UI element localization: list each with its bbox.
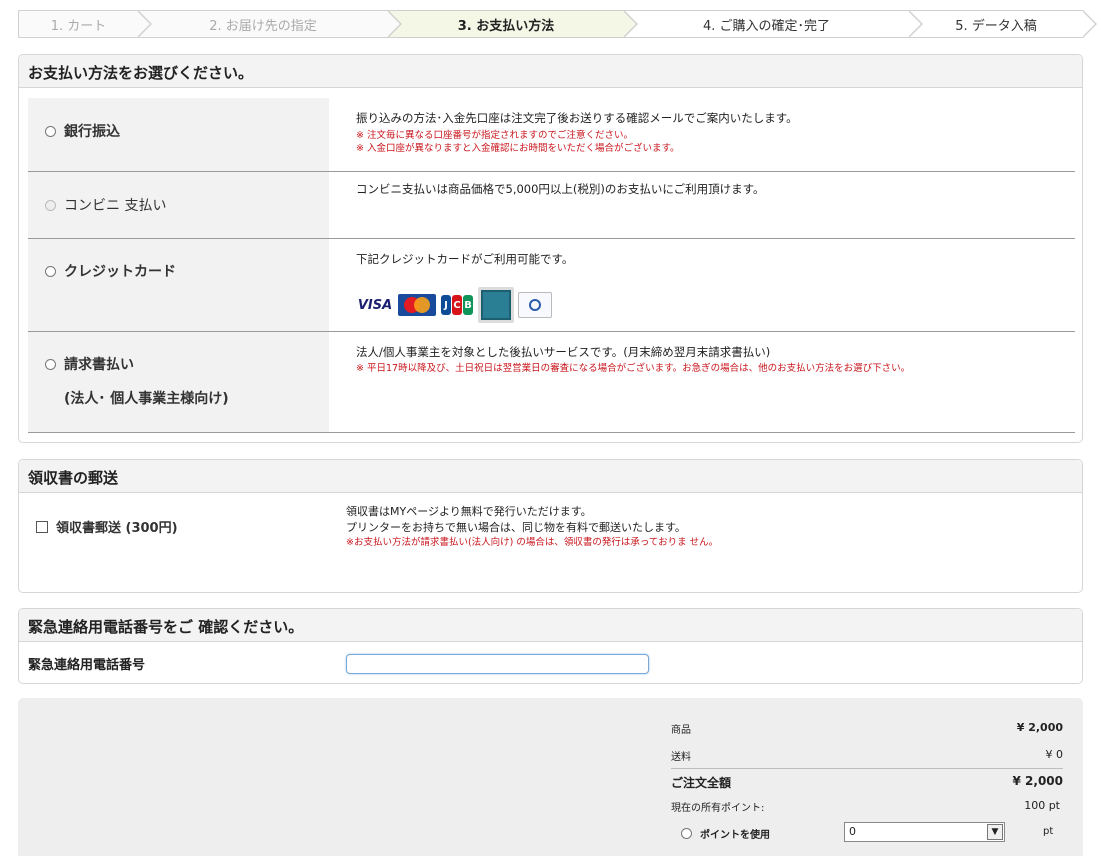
step-label: 3. お支払い方法 [457,18,555,34]
step-arrow [1082,10,1097,38]
credit-card-option[interactable]: クレジットカード [45,261,176,281]
invoice-option[interactable]: 請求書払い [45,354,134,374]
bank-transfer-label: 銀行振込 [64,124,120,140]
payment-option-credit: クレジットカード 下記クレジットカードがご利用可能です。 VISA J C B [28,239,1075,332]
option-label-cell: 銀行振込 [28,98,329,171]
step-delivery[interactable]: 2. お届け先の指定 [138,10,402,38]
credit-desc-text: 下記クレジットカードがご利用可能です。 [356,252,574,266]
step-label: 4. ご購入の確定･完了 [702,18,831,34]
shipping-label: 送料 [671,752,691,763]
option-label-cell: コンビニ 支払い [28,172,329,238]
emergency-heading: 緊急連絡用電話番号をご 確認ください。 [19,609,1082,642]
invoice-label: 請求書払い [64,357,134,373]
option-label-cell: クレジットカード [28,239,329,331]
use-points-radio[interactable] [681,828,692,839]
pt-unit: pt [1043,826,1054,837]
step-label: 2. お届け先の指定 [209,18,317,34]
checkout-steps: 1. カート 2. お届け先の指定 3. お支払い方法 4. ご購入の確定･完了… [18,10,1097,38]
points-label: 現在の所有ポイント: [671,803,765,814]
credit-card-label: クレジットカード [64,264,176,280]
step-confirm: 4. ご購入の確定･完了 [624,10,923,38]
step-label: 1. カート [50,18,107,34]
receipt-panel: 領収書の郵送 領収書郵送 (300円) 領収書はMYページより無料で発行いただけ… [18,459,1083,593]
convenience-label: コンビニ 支払い [64,198,167,214]
diners-club-icon [518,292,552,318]
bank-transfer-option[interactable]: 銀行振込 [45,121,120,141]
chevron-down-icon[interactable]: ▼ [987,824,1003,840]
step-arrow [387,10,402,38]
summary-shipping-row: 送料 ¥ 0 [671,748,1063,763]
points-value: 100 pt [1024,799,1060,812]
receipt-note: ※お支払い方法が請求書払い(法人向け) の場合は、領収書の発行は承っておりま せ… [346,537,719,548]
option-label-cell: 請求書払い (法人･ 個人事業主様向け) [28,332,329,432]
receipt-option[interactable]: 領収書郵送 (300円) [36,517,178,536]
product-value: ¥ 2,000 [1016,721,1063,734]
step-data-upload: 5. データ入稿 [909,10,1097,38]
payment-method-panel: お支払い方法をお選びください。 銀行振込 振り込みの方法･入金先口座は注文完了後… [18,54,1083,443]
payment-option-convenience: コンビニ 支払い コンビニ支払いは商品価格で5,000円以上(税別)のお支払いに… [28,172,1075,239]
bank-note-2: ※ 入金口座が異なりますと入金確認にお時間をいただく場合がございます。 [356,143,680,154]
receipt-checkbox[interactable] [36,520,48,533]
points-select-value: 0 [849,825,856,838]
invoice-description: 法人/個人事業主を対象とした後払いサービスです。(月末締め翌月末請求書払い) ※… [356,344,910,375]
summary-product-row: 商品 ¥ 2,000 [671,721,1063,736]
receipt-desc-1: 領収書はMYページより無料で発行いただけます。 [346,505,592,518]
amex-icon [478,287,514,323]
order-summary: 商品 ¥ 2,000 送料 ¥ 0 ご注文全額 ¥ 2,000 現在の所有ポイン… [18,698,1083,856]
step-payment-current: 3. お支払い方法 [388,10,638,38]
use-points-option[interactable]: ポイントを使用 [681,826,770,841]
summary-points-row: 現在の所有ポイント: 100 pt [671,799,1063,814]
jcb-icon: J C B [440,294,474,316]
payment-option-invoice: 請求書払い (法人･ 個人事業主様向け) 法人/個人事業主を対象とした後払いサー… [28,332,1075,433]
points-select[interactable]: 0 ▼ [844,822,1005,842]
total-value: ¥ 2,000 [1012,774,1063,788]
radio-button[interactable] [45,358,56,370]
bank-transfer-description: 振り込みの方法･入金先口座は注文完了後お送りする確認メールでご案内いたします。 … [356,110,798,155]
radio-button[interactable] [45,265,56,277]
summary-total-row: ご注文全額 ¥ 2,000 [671,768,1063,791]
step-arrow [137,10,152,38]
invoice-desc-text: 法人/個人事業主を対象とした後払いサービスです。(月末締め翌月末請求書払い) [356,345,771,359]
receipt-description: 領収書はMYページより無料で発行いただけます。 プリンターをお持ちで無い場合は、… [346,504,718,549]
step-arrow [908,10,923,38]
emergency-phone-panel: 緊急連絡用電話番号をご 確認ください。 緊急連絡用電話番号 [18,608,1083,684]
payment-option-bank: 銀行振込 振り込みの方法･入金先口座は注文完了後お送りする確認メールでご案内いた… [28,98,1075,172]
receipt-desc-2: プリンターをお持ちで無い場合は、同じ物を有料で郵送いたします。 [346,521,686,534]
credit-card-description: 下記クレジットカードがご利用可能です。 [356,251,573,267]
mastercard-icon [398,294,436,316]
jcb-c: C [452,295,462,315]
step-label: 5. データ入稿 [955,18,1037,34]
bank-note-1: ※ 注文毎に異なる口座番号が指定されますのでご注意ください。 [356,130,633,141]
step-cart[interactable]: 1. カート [18,10,152,38]
emergency-phone-label: 緊急連絡用電話番号 [28,658,146,673]
convenience-desc-text: コンビニ支払いは商品価格で5,000円以上(税別)のお支払いにご利用頂けます。 [356,182,765,196]
invoice-note: ※ 平日17時以降及び、土日祝日は翌営業日の審査になる場合がございます。お急ぎの… [356,363,911,374]
radio-button[interactable] [45,125,56,137]
invoice-sublabel: (法人･ 個人事業主様向け) [64,391,229,407]
payment-heading: お支払い方法をお選びください。 [19,55,1082,88]
jcb-j: J [441,295,451,315]
convenience-description: コンビニ支払いは商品価格で5,000円以上(税別)のお支払いにご利用頂けます。 [356,181,765,197]
card-brand-logos: VISA J C B [356,287,552,323]
visa-text: VISA [357,297,393,313]
emergency-phone-input[interactable] [346,654,649,674]
bank-desc-text: 振り込みの方法･入金先口座は注文完了後お送りする確認メールでご案内いたします。 [356,111,798,125]
jcb-b: B [463,295,473,315]
step-arrow [623,10,638,38]
radio-button-disabled [45,199,56,211]
convenience-option: コンビニ 支払い [45,195,166,215]
shipping-value: ¥ 0 [1045,748,1064,761]
visa-icon: VISA [356,294,394,316]
use-points-label: ポイントを使用 [700,830,770,841]
total-label: ご注文全額 [671,776,732,790]
product-label: 商品 [671,725,691,736]
receipt-label: 領収書郵送 (300円) [56,521,178,536]
receipt-heading: 領収書の郵送 [19,460,1082,493]
